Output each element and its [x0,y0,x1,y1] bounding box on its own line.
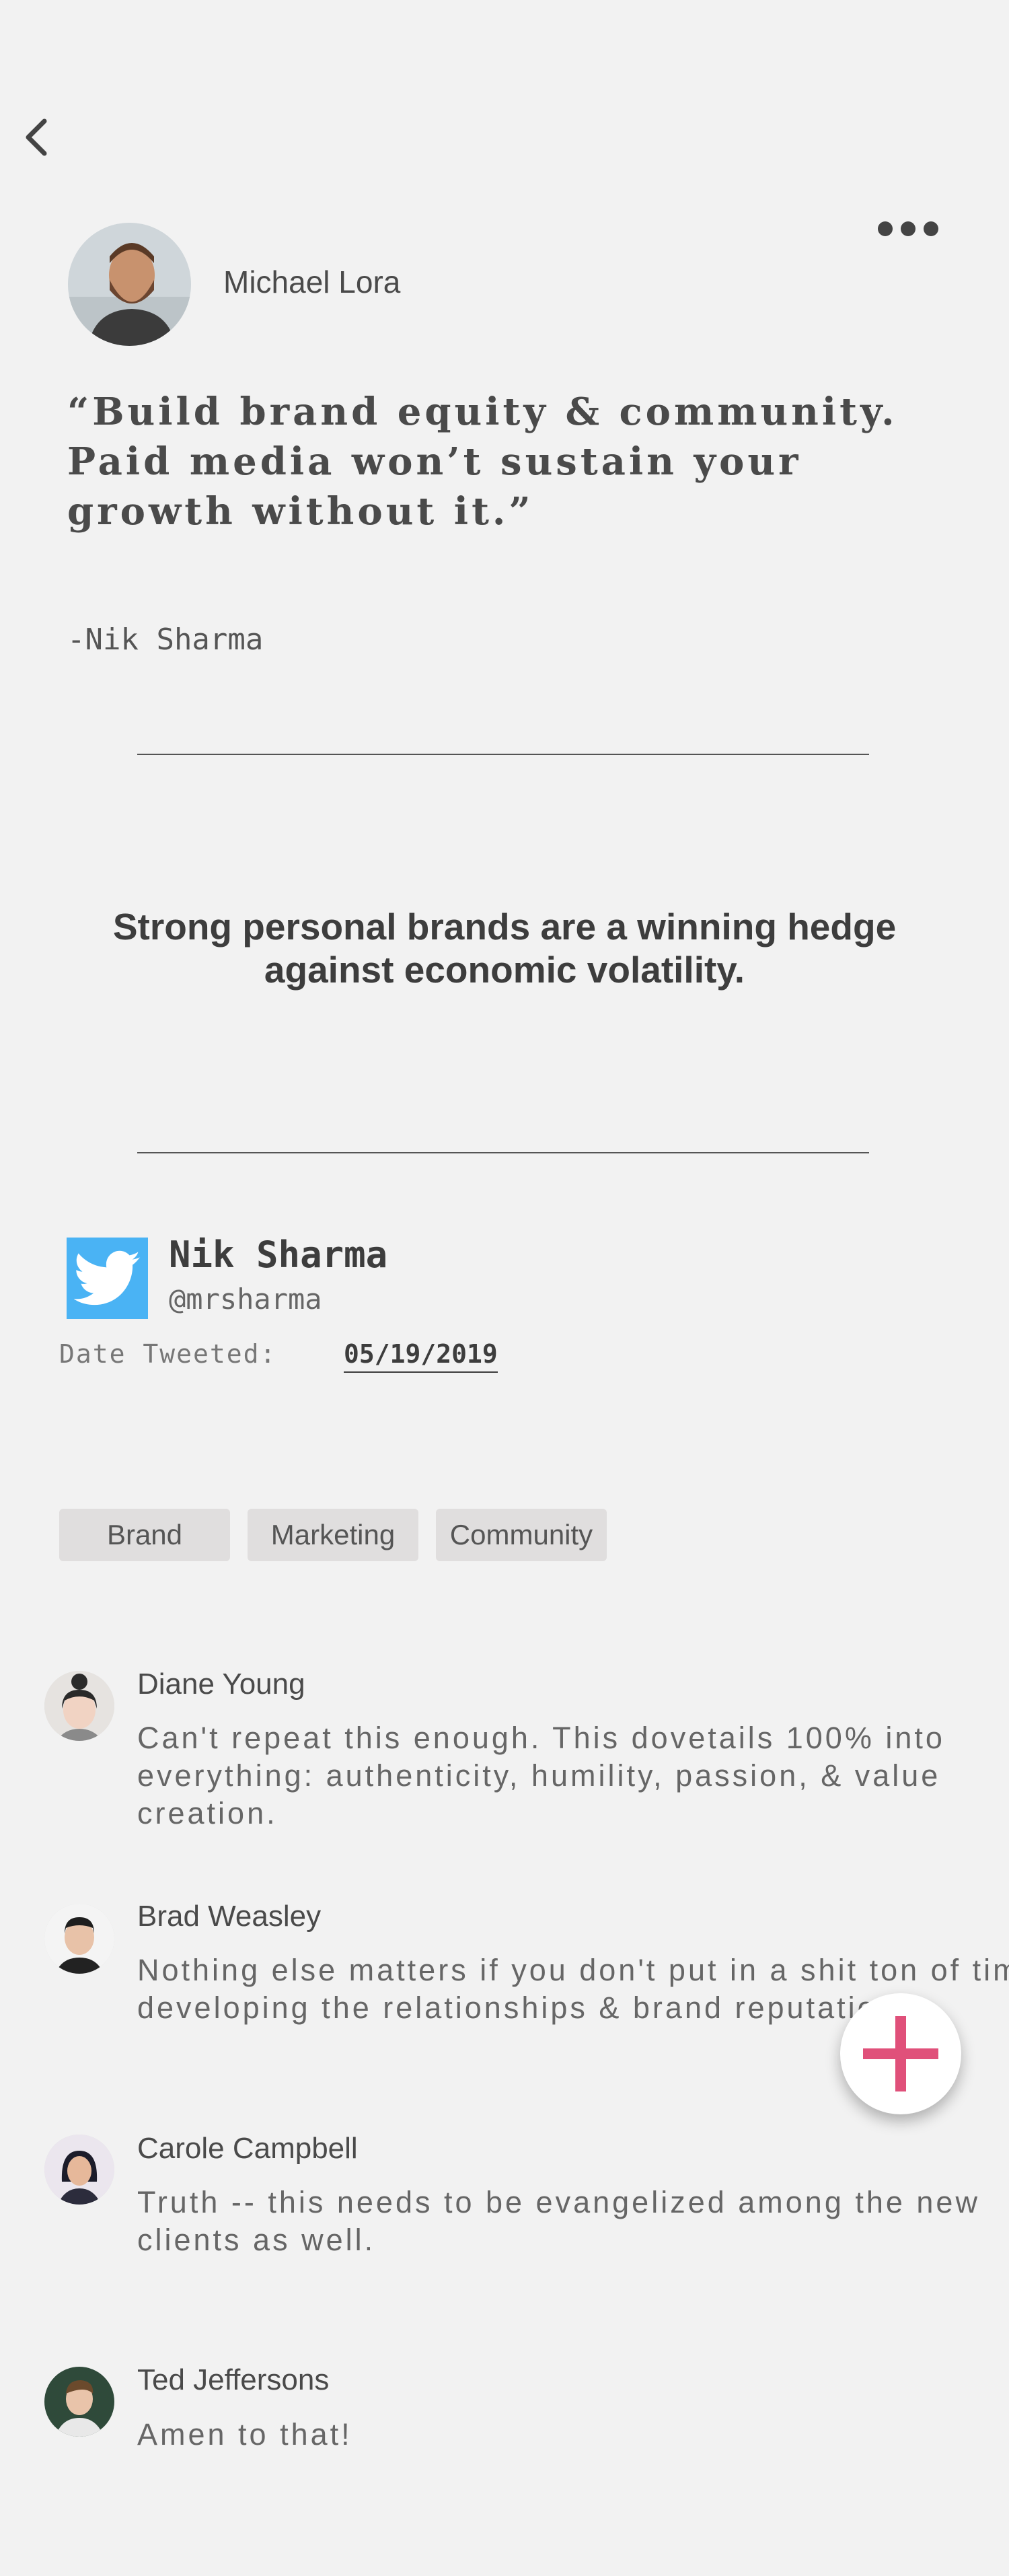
post-quote: “Build brand equity & community. Paid me… [67,390,898,534]
more-dot [924,221,938,236]
avatar-image [44,2135,114,2205]
more-options-button[interactable] [868,212,948,246]
commenter-avatar[interactable] [44,2135,114,2205]
author-avatar[interactable] [68,223,191,346]
twitter-icon[interactable] [67,1238,148,1319]
avatar-image [44,1671,114,1741]
post-headline: Strong personal brands are a winning hed… [112,906,897,991]
commenter-avatar[interactable] [44,2367,114,2437]
more-horizontal-icon [878,221,893,236]
commenter-avatar[interactable] [44,1671,114,1741]
quote-attribution: -Nik Sharma [67,622,264,657]
tweet-author-handle[interactable]: @mrsharma [169,1283,322,1316]
author-name[interactable]: Michael Lora [223,264,400,300]
more-dot [901,221,915,236]
tweet-author-name[interactable]: Nik Sharma [169,1233,387,1276]
twitter-bird-icon [73,1250,140,1305]
comment-text: Can't repeat this enough. This dovetails… [137,1721,945,1830]
commenter-name[interactable]: Diane Young [137,1668,305,1701]
author-avatar-image [68,223,191,346]
commenter-name[interactable]: Carole Campbell [137,2132,358,2166]
comment-text: Truth -- this needs to be evangelized am… [137,2185,980,2257]
avatar-image [44,2367,114,2437]
plus-icon [863,2016,938,2091]
tag-brand[interactable]: Brand [59,1509,230,1561]
divider [137,754,869,755]
divider [137,1152,869,1153]
commenter-name[interactable]: Brad Weasley [137,1900,321,1933]
date-tweeted-label: Date Tweeted: [59,1339,277,1369]
tag-community[interactable]: Community [436,1509,607,1561]
comment-text: Amen to that! [137,2417,352,2452]
add-comment-button[interactable] [840,1993,961,2114]
commenter-avatar[interactable] [44,1904,114,1974]
back-button[interactable] [16,110,57,164]
tag-marketing[interactable]: Marketing [248,1509,418,1561]
date-tweeted-value[interactable]: 05/19/2019 [344,1339,498,1373]
chevron-left-icon [26,118,47,156]
commenter-name[interactable]: Ted Jeffersons [137,2363,329,2397]
avatar-image [44,1904,114,1974]
